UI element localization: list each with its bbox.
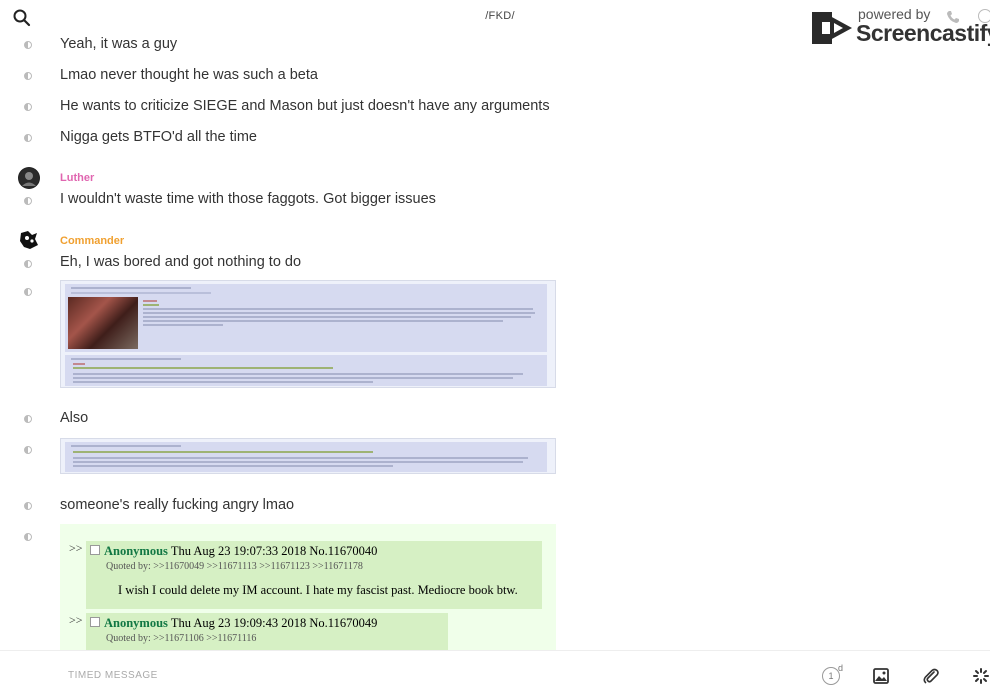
info-icon[interactable] xyxy=(978,9,990,23)
reply-post-2: Anonymous Thu Aug 23 19:09:43 2018 No.11… xyxy=(86,613,448,650)
message-row xyxy=(0,438,990,474)
quoted-by: Quoted by: >>11670049 >>11671113 >>11671… xyxy=(106,561,363,572)
post-body: I wish I could delete my IM account. I h… xyxy=(118,583,518,597)
message-text: Lmao never thought he was such a beta xyxy=(60,67,318,83)
message-row xyxy=(0,280,990,388)
read-status-icon xyxy=(24,533,32,541)
message-row: Lmao never thought he was such a beta xyxy=(0,65,990,87)
read-status-icon xyxy=(24,502,32,510)
read-status-icon xyxy=(24,197,32,205)
read-status-icon xyxy=(24,41,32,49)
timer-unit: d xyxy=(838,663,844,673)
message-text: I wouldn't waste time with those faggots… xyxy=(60,191,436,207)
avatar[interactable] xyxy=(18,167,40,189)
message-row: someone's really fucking angry lmao xyxy=(0,495,990,517)
message-text: Nigga gets BTFO'd all the time xyxy=(60,129,257,145)
read-status-icon xyxy=(24,415,32,423)
avatar[interactable] xyxy=(18,229,40,251)
image-post-2 xyxy=(65,355,547,386)
sender-name[interactable]: Commander xyxy=(60,235,124,247)
brand-text: Screencastify xyxy=(856,20,990,46)
paperclip-icon[interactable] xyxy=(922,667,940,685)
reply-arrows: >> xyxy=(69,613,83,627)
screenshot-image[interactable] xyxy=(60,280,556,388)
screencastify-logo xyxy=(812,12,852,44)
message-row: Nigga gets BTFO'd all the time xyxy=(0,127,990,149)
read-status-icon xyxy=(24,134,32,142)
message-text: someone's really fucking angry lmao xyxy=(60,497,295,513)
message-text: Yeah, it was a guy xyxy=(60,36,178,52)
reply-post-1: Anonymous Thu Aug 23 19:07:33 2018 No.11… xyxy=(86,541,542,609)
read-status-icon xyxy=(24,446,32,454)
read-status-icon xyxy=(24,72,32,80)
loading-spinner-icon xyxy=(973,668,989,684)
message-text: Eh, I was bored and got nothing to do xyxy=(60,254,302,270)
composer-bar: TIMED MESSAGE 1 d xyxy=(0,650,990,700)
read-status-icon xyxy=(24,103,32,111)
image-post-1 xyxy=(65,284,547,352)
post-checkbox xyxy=(90,617,100,627)
screenshot-image-green[interactable]: Anonymous Thu Aug 23 19:07:33 2018 No.11… xyxy=(60,524,556,650)
message-group-commander: Commander Eh, I was bored and got nothin… xyxy=(0,229,990,272)
sender-name[interactable]: Luther xyxy=(60,172,94,184)
phone-icon[interactable] xyxy=(946,10,960,24)
post-header: Anonymous Thu Aug 23 19:07:33 2018 No.11… xyxy=(104,544,378,558)
post-header: Anonymous Thu Aug 23 19:09:43 2018 No.11… xyxy=(104,616,378,630)
read-status-icon xyxy=(24,260,32,268)
screencastify-watermark: powered by Screencastify xyxy=(806,4,990,52)
message-group-luther: Luther I wouldn't waste time with those … xyxy=(0,167,990,209)
message-list[interactable]: Yeah, it was a guy Lmao never thought he… xyxy=(0,34,990,650)
image-icon[interactable] xyxy=(872,667,890,685)
message-row: He wants to criticize SIEGE and Mason bu… xyxy=(0,96,990,118)
message-row: Also xyxy=(0,408,990,430)
image-post xyxy=(65,442,547,472)
message-text: He wants to criticize SIEGE and Mason bu… xyxy=(60,98,550,114)
post-thumbnail xyxy=(68,297,138,349)
quoted-by: Quoted by: >>11671106 >>11671116 xyxy=(106,633,257,644)
post-checkbox xyxy=(90,545,100,555)
message-text: Also xyxy=(60,410,89,426)
read-status-icon xyxy=(24,288,32,296)
message-input[interactable]: TIMED MESSAGE xyxy=(68,670,158,681)
screenshot-image[interactable] xyxy=(60,438,556,474)
reply-arrows: >> xyxy=(69,541,83,555)
